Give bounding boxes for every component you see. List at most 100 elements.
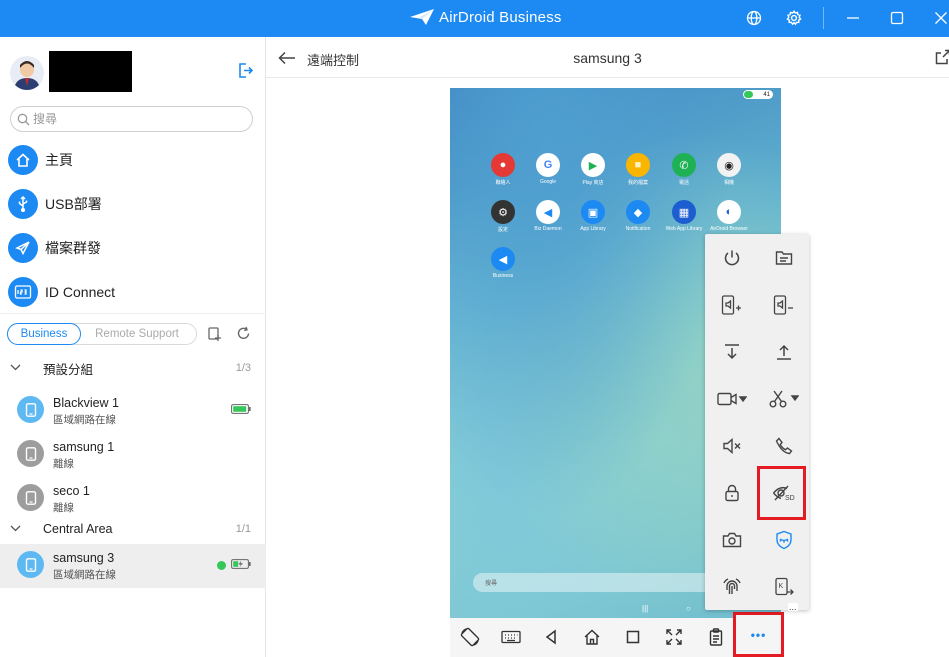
nav-id-connect[interactable]: ID Connect [8, 277, 115, 307]
screen-search-bar[interactable]: 搜尋 [473, 573, 741, 592]
more-dots-icon: ••• [750, 627, 767, 642]
id-connect-icon [8, 277, 38, 307]
keyboard-icon[interactable] [500, 626, 522, 648]
device-row[interactable]: seco 1 離線 [0, 477, 266, 521]
file-manager-icon[interactable] [769, 243, 799, 273]
phone-icon [17, 396, 44, 423]
remote-control-toolbar [450, 618, 781, 657]
volume-down-icon[interactable] [769, 290, 799, 320]
sidebar: 主頁 USB部署 檔案群發 ID Connect Business Remote… [0, 37, 266, 657]
device-row[interactable]: Blackview 1 區域網路在線 [0, 389, 266, 433]
privacy-shield-icon[interactable] [769, 525, 799, 555]
app-label: Web App Library [665, 226, 703, 232]
tab-business[interactable]: Business [7, 323, 81, 345]
camera-app-icon: ◉ [717, 153, 741, 177]
app-app-library[interactable]: ▣ App Library [570, 200, 616, 232]
app-label: Play 商店 [582, 180, 604, 186]
close-icon[interactable] [931, 8, 949, 28]
camera-icon[interactable] [717, 525, 747, 555]
device-title: samsung 3 [573, 50, 642, 66]
tab-remote-support[interactable]: Remote Support [81, 324, 193, 344]
play-store-icon: ▶ [581, 153, 605, 177]
app-play-store[interactable]: ▶ Play 商店 [570, 153, 616, 186]
nav-label: 主頁 [45, 152, 73, 168]
gear-icon[interactable] [784, 8, 804, 28]
business-app-icon: ◀ [491, 247, 515, 271]
app-label: Biz Daemon [534, 226, 562, 232]
pull-down-icon[interactable] [717, 337, 747, 367]
connected-dot [217, 561, 226, 570]
app-biz-daemon[interactable]: ◀ Biz Daemon [525, 200, 571, 232]
more-options-button[interactable]: ••• [733, 612, 784, 657]
app-settings[interactable]: ⚙ 設定 [480, 200, 526, 233]
device-name: samsung 1 [53, 440, 115, 454]
fullscreen-icon[interactable] [663, 626, 685, 648]
group-name: 預設分組 [43, 362, 94, 377]
app-phone[interactable]: ✆ 電話 [661, 153, 707, 186]
group-count: 1/1 [235, 523, 251, 535]
nav-home[interactable]: 主頁 [8, 145, 73, 175]
rotate-screen-icon[interactable] [459, 626, 481, 648]
globe-icon[interactable] [744, 8, 764, 28]
recents-key-icon[interactable]: ||| [642, 604, 648, 613]
search-input[interactable] [33, 112, 233, 126]
app-airdroid-browser[interactable]: ◐ AirDroid Browser [706, 200, 752, 232]
highlight-box-black-screen [757, 466, 806, 520]
app-notification[interactable]: ◆ Notification [615, 200, 661, 232]
app-web-app-library[interactable]: ▦ Web App Library [661, 200, 707, 232]
more-tools-panel: SD K [705, 234, 809, 610]
app-library-icon: ▣ [581, 200, 605, 224]
avatar[interactable] [10, 56, 44, 90]
kiosk-exit-icon[interactable]: K [769, 572, 799, 602]
app-contacts[interactable]: ● 聯絡人 [480, 153, 526, 186]
app-my-files[interactable]: ■ 我的檔案 [615, 153, 661, 186]
nav-label: USB部署 [45, 196, 102, 212]
add-group-icon[interactable] [207, 326, 223, 342]
google-icon: G [536, 153, 560, 177]
app-camera[interactable]: ◉ 相機 [706, 153, 752, 186]
group-count: 1/3 [235, 362, 251, 374]
screen-battery-indicator: 41 [743, 90, 773, 99]
phone-call-icon[interactable] [769, 431, 799, 461]
refresh-icon[interactable] [236, 326, 251, 341]
minimize-icon[interactable] [843, 8, 863, 28]
volume-up-icon[interactable] [717, 290, 747, 320]
app-business[interactable]: ◀ Business [480, 247, 526, 279]
device-row-selected[interactable]: samsung 3 區域網路在線 [0, 544, 266, 588]
group-header[interactable]: 預設分組 1/3 [0, 357, 266, 379]
settings-app-icon: ⚙ [491, 200, 515, 224]
search-icon [17, 113, 30, 125]
browser-icon: ◐ [717, 200, 741, 224]
app-google[interactable]: G Google [525, 153, 571, 185]
app-label: 相機 [723, 180, 734, 186]
nav-file-transfer[interactable]: 檔案群發 [8, 233, 101, 263]
fingerprint-touch-icon[interactable] [717, 572, 747, 602]
recents-button-icon[interactable] [622, 626, 644, 648]
app-label: Business [492, 273, 514, 279]
push-up-icon[interactable] [769, 337, 799, 367]
power-icon[interactable] [717, 243, 747, 273]
home-key-icon[interactable]: ○ [686, 604, 691, 613]
back-key-icon[interactable] [540, 626, 562, 648]
device-status: 離線 [53, 458, 74, 470]
clipboard-icon[interactable] [705, 626, 727, 648]
maximize-icon[interactable] [887, 8, 907, 28]
device-name: samsung 3 [53, 551, 115, 565]
group-header[interactable]: Central Area 1/1 [0, 518, 266, 540]
logout-icon[interactable] [237, 62, 254, 79]
app-label: 設定 [497, 227, 508, 233]
battery-charging-icon [231, 559, 251, 569]
device-row[interactable]: samsung 1 離線 [0, 433, 266, 477]
video-record-icon[interactable] [717, 384, 747, 414]
device-tabs: Business Remote Support [7, 323, 197, 345]
scissors-icon[interactable] [769, 384, 799, 414]
home-button-icon[interactable] [581, 626, 603, 648]
mute-icon[interactable] [717, 431, 747, 461]
nav-usb-deploy[interactable]: USB部署 [8, 189, 102, 219]
search-box[interactable] [10, 106, 253, 132]
chevron-down-icon [10, 525, 21, 532]
lock-icon[interactable] [717, 478, 747, 508]
title-separator [823, 7, 824, 29]
popout-window-icon[interactable] [935, 49, 949, 65]
nav-label: 檔案群發 [45, 240, 101, 256]
